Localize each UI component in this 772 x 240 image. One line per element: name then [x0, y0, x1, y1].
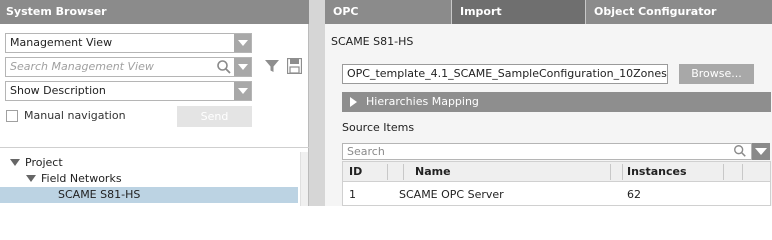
- tree-item-scame-s81-hs[interactable]: SCAME S81-HS: [58, 187, 140, 203]
- tree-item-label: Field Networks: [41, 172, 122, 185]
- tree-scrollbar[interactable]: [300, 152, 308, 206]
- system-browser-panel: System Browser Management View Search Ma…: [0, 0, 309, 206]
- search-placeholder: Search: [347, 145, 385, 158]
- column-header-instances[interactable]: Instances: [627, 162, 687, 182]
- column-divider[interactable]: [742, 164, 743, 180]
- column-divider[interactable]: [403, 164, 404, 180]
- object-title: SCAME S81-HS: [331, 35, 414, 48]
- column-divider[interactable]: [723, 164, 724, 180]
- description-select-value: Show Description: [10, 84, 106, 97]
- column-divider[interactable]: [610, 164, 611, 180]
- chevron-down-icon[interactable]: [234, 82, 251, 100]
- search-placeholder: Search Management View: [10, 60, 154, 73]
- tree-item-project[interactable]: Project: [10, 155, 63, 171]
- view-select[interactable]: Management View: [5, 33, 252, 53]
- view-select-value: Management View: [10, 36, 113, 49]
- system-browser-title: System Browser: [0, 0, 309, 24]
- column-header-name[interactable]: Name: [415, 162, 451, 182]
- manual-navigation-label: Manual navigation: [24, 109, 126, 122]
- source-items-label: Source Items: [342, 121, 415, 134]
- source-items-search-input[interactable]: Search: [342, 143, 752, 160]
- table-row[interactable]: 1 SCAME OPC Server 62: [343, 186, 770, 204]
- expand-arrow-icon[interactable]: [26, 175, 36, 182]
- search-icon[interactable]: [733, 144, 747, 158]
- file-path-field[interactable]: OPC_template_4.1_SCAME_SampleConfigurati…: [342, 64, 668, 84]
- send-button[interactable]: Send: [177, 106, 252, 127]
- chevron-down-icon[interactable]: [752, 143, 770, 160]
- manual-navigation-checkbox[interactable]: [6, 110, 18, 122]
- chevron-down-icon[interactable]: [234, 58, 251, 76]
- browse-button[interactable]: Browse...: [679, 64, 754, 84]
- tab-object-configurator[interactable]: Object Configurator: [586, 0, 772, 24]
- cell-instances: 62: [627, 188, 641, 201]
- import-panel: OPC Import Object Configurator SCAME S81…: [325, 0, 772, 206]
- tree-item-label: SCAME S81-HS: [58, 188, 141, 201]
- column-header-id[interactable]: ID: [349, 162, 362, 182]
- tab-import[interactable]: Import: [452, 0, 585, 24]
- chevron-right-icon: [350, 97, 357, 107]
- tree-item-field-networks[interactable]: Field Networks: [26, 171, 122, 187]
- filter-icon[interactable]: [264, 58, 280, 74]
- column-divider[interactable]: [387, 164, 388, 180]
- column-divider[interactable]: [622, 164, 623, 180]
- description-select[interactable]: Show Description: [5, 81, 252, 101]
- tree-item-label: Project: [25, 156, 63, 169]
- expand-arrow-icon[interactable]: [10, 159, 20, 166]
- tree-selection-highlight: [0, 187, 298, 203]
- cell-id: 1: [349, 188, 356, 201]
- tree-separator: [0, 147, 309, 148]
- cell-name: SCAME OPC Server: [399, 188, 504, 201]
- panel-splitter[interactable]: [309, 0, 325, 206]
- hierarchies-mapping-label: Hierarchies Mapping: [366, 95, 479, 108]
- hierarchies-mapping-expander[interactable]: Hierarchies Mapping: [342, 92, 771, 112]
- save-icon[interactable]: [287, 58, 302, 74]
- tab-opc[interactable]: OPC: [325, 0, 451, 24]
- grid-header: ID Name Instances: [343, 162, 770, 182]
- search-icon[interactable]: [216, 59, 232, 75]
- source-items-grid: ID Name Instances 1 SCAME OPC Server 62: [342, 161, 771, 206]
- chevron-down-icon[interactable]: [234, 34, 251, 52]
- tab-bar: OPC Import Object Configurator: [325, 0, 772, 24]
- management-search-input[interactable]: Search Management View: [5, 57, 252, 77]
